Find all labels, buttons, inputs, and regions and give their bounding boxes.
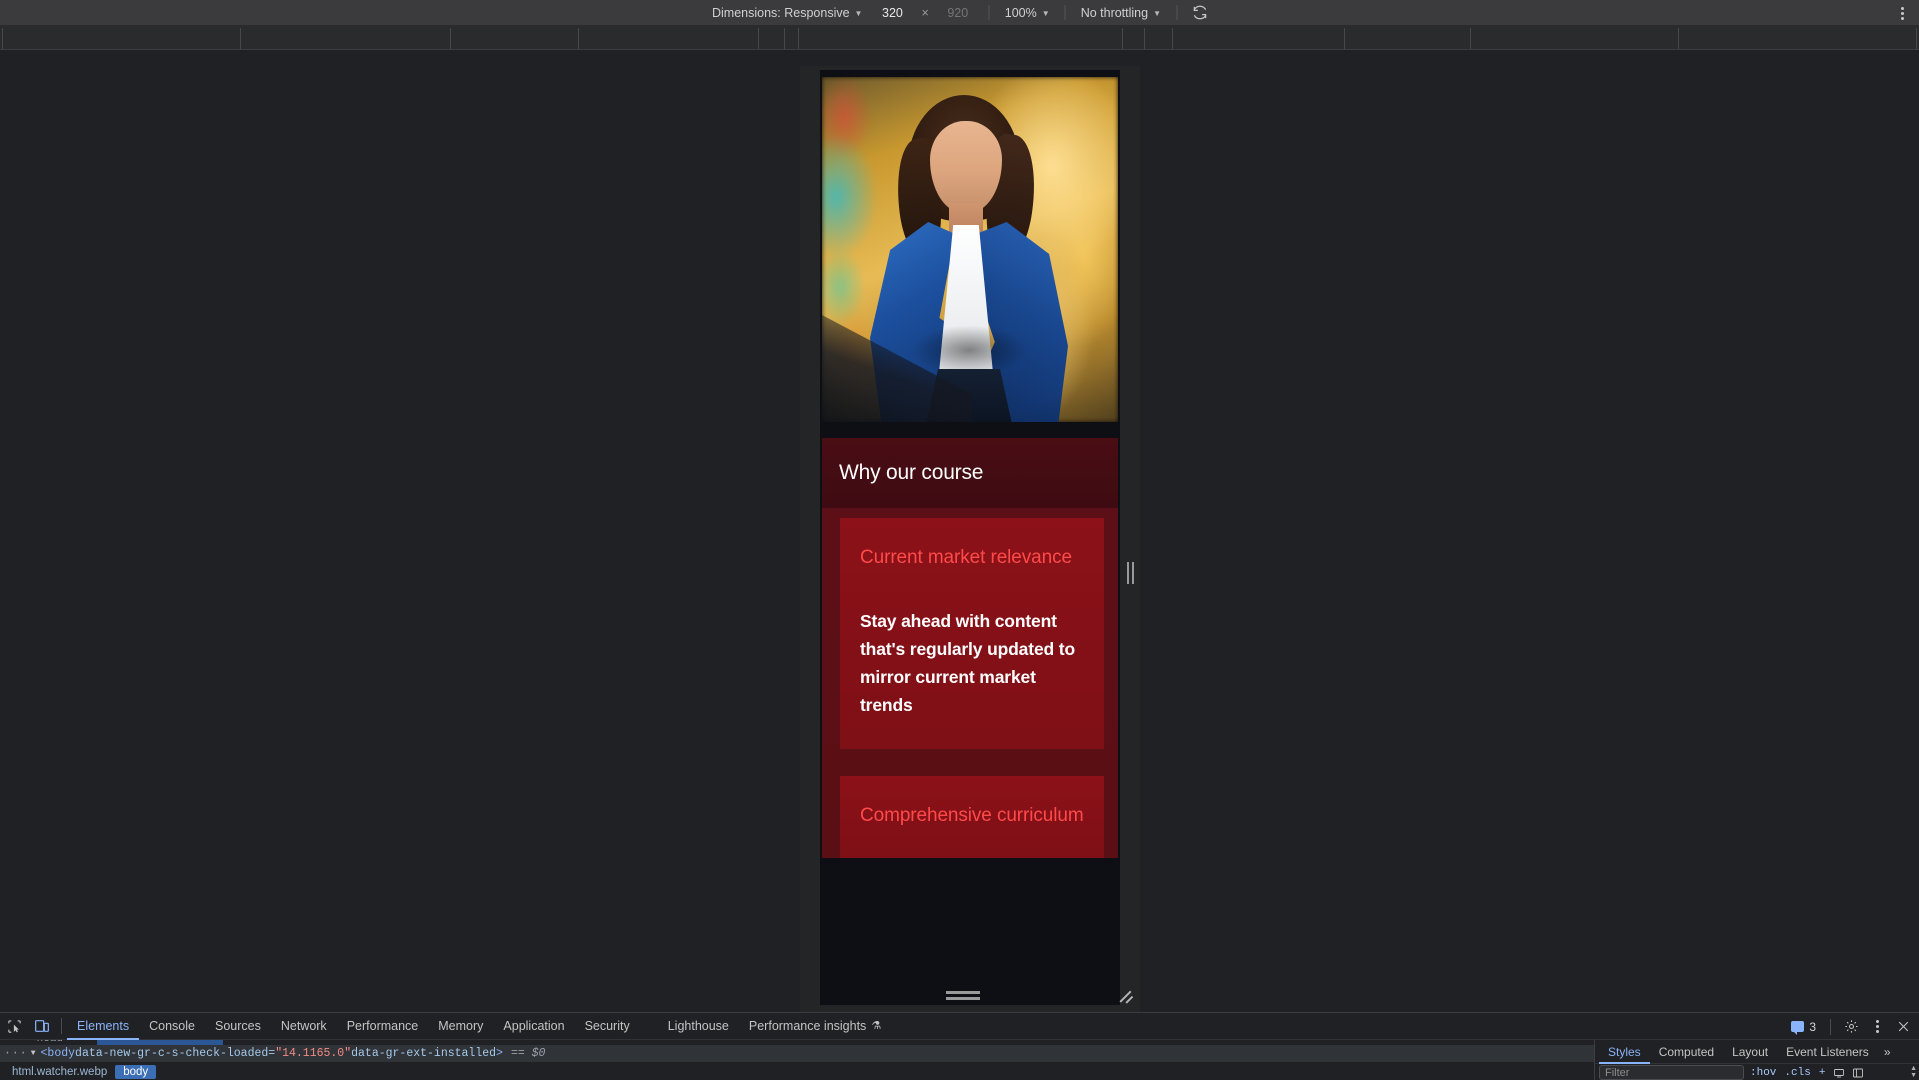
dom-previous-row-highlight [97, 1040, 223, 1045]
toggle-device-toolbar-icon[interactable] [28, 1013, 56, 1040]
tab-application[interactable]: Application [493, 1013, 574, 1040]
gear-icon[interactable] [1839, 1015, 1863, 1039]
dom-tag-close: > [496, 1047, 503, 1060]
dom-node-body[interactable]: ··· ▼ <body data-new-gr-c-s-check-loaded… [0, 1045, 1594, 1062]
inspect-element-icon[interactable] [0, 1013, 28, 1040]
toolbar-divider-2 [1064, 5, 1066, 20]
feature-card[interactable]: Current market relevance Stay ahead with… [840, 518, 1104, 750]
dimensions-label: Dimensions: Responsive [711, 5, 850, 20]
tab-sources[interactable]: Sources [205, 1013, 271, 1040]
feature-card[interactable]: Comprehensive curriculum [840, 776, 1104, 859]
page-viewport: Why our course Current market relevance … [820, 70, 1120, 1005]
flask-icon: ⚗ [871, 1019, 882, 1032]
section-header: Why our course [822, 438, 1118, 508]
viewport-height-input[interactable] [934, 5, 981, 20]
dimensions-dropdown[interactable]: Dimensions: Responsive ▼ [705, 3, 869, 23]
throttling-dropdown[interactable]: No throttling ▼ [1074, 3, 1168, 23]
device-toolbar-controls: Dimensions: Responsive ▼ × 100% ▼ No thr… [705, 0, 1214, 26]
tabbar-divider [61, 1018, 62, 1034]
tab-network[interactable]: Network [271, 1013, 337, 1040]
styles-filter-placeholder: Filter [1605, 1066, 1630, 1079]
device-toolbar-more-icon[interactable] [1891, 0, 1913, 26]
tab-performance-insights[interactable]: Performance insights ⚗ [739, 1013, 891, 1040]
chevron-down-icon: ▼ [1153, 8, 1162, 18]
tab-console[interactable]: Console [139, 1013, 205, 1040]
dom-previous-row-text: <head> [30, 1040, 70, 1045]
toggle-sidebar-icon[interactable] [1850, 1065, 1865, 1080]
styles-sidebar-tabs: Styles Computed Layout Event Listeners » [1595, 1040, 1919, 1064]
dom-selected-marker: == $0 [510, 1047, 546, 1060]
devtools-more-icon[interactable] [1865, 1015, 1889, 1039]
feature-card-heading: Current market relevance [860, 547, 1072, 568]
dom-tag-name: <body [40, 1047, 76, 1060]
chevron-down-icon: ▼ [854, 8, 863, 18]
styles-sidebar: Styles Computed Layout Event Listeners »… [1594, 1040, 1919, 1080]
viewport-resize-handle-corner[interactable] [1118, 988, 1136, 1006]
viewport-resize-handle-right[interactable] [1126, 560, 1134, 586]
devtools-tabbar-actions: 3 [1785, 1013, 1915, 1040]
dom-attr-1-name: data-new-gr-c-s-check-loaded= [75, 1047, 276, 1060]
tab-performance[interactable]: Performance [337, 1013, 429, 1040]
tab-performance-insights-label: Performance insights [748, 1018, 867, 1033]
devtools-panel: Elements Console Sources Network Perform… [0, 1012, 1919, 1080]
tab-event-listeners[interactable]: Event Listeners [1777, 1040, 1878, 1064]
viewport-resize-handle-bottom[interactable] [944, 988, 982, 1002]
tab-computed[interactable]: Computed [1650, 1040, 1723, 1064]
viewport-width-input[interactable] [869, 5, 916, 20]
page-title: Why our course [839, 461, 984, 484]
hero-image [822, 77, 1118, 422]
zoom-dropdown[interactable]: 100% ▼ [998, 3, 1057, 23]
chevron-down-icon: ▼ [1041, 8, 1050, 18]
feature-card-heading: Comprehensive curriculum [860, 805, 1084, 827]
dom-previous-row: <head> [0, 1040, 1594, 1045]
tab-elements[interactable]: Elements [67, 1013, 139, 1040]
hero-image-vignette [822, 77, 1118, 422]
styles-toolbar: Filter :hov .cls + ▲ ▼ [1595, 1064, 1919, 1080]
computed-styles-sidebar-icon[interactable] [1831, 1065, 1846, 1080]
dom-attr-1-value: "14.1165.0" [275, 1047, 352, 1060]
viewport-ruler [0, 26, 1919, 50]
throttling-label: No throttling [1080, 5, 1149, 20]
toolbar-divider-1 [988, 5, 990, 20]
feature-card-body: Stay ahead with content that's regularly… [860, 611, 1075, 715]
toolbar-divider-3 [1176, 5, 1178, 20]
tab-styles[interactable]: Styles [1599, 1040, 1650, 1064]
styles-scroll-stepper[interactable]: ▲ ▼ [1910, 1065, 1917, 1079]
breadcrumb: html.watcher.webp body [0, 1063, 1594, 1080]
element-classes-button[interactable]: .cls [1782, 1067, 1812, 1079]
device-mode-toolbar: Dimensions: Responsive ▼ × 100% ▼ No thr… [0, 0, 1919, 26]
dom-attr-2-name: data-gr-ext-installed [351, 1047, 497, 1060]
tab-layout[interactable]: Layout [1723, 1040, 1777, 1064]
more-tabs-icon[interactable]: » [1878, 1045, 1897, 1059]
dimensions-x-separator: × [921, 5, 929, 20]
breadcrumb-item-body[interactable]: body [115, 1065, 157, 1079]
tab-lighthouse[interactable]: Lighthouse [658, 1013, 739, 1040]
zoom-label: 100% [1004, 5, 1037, 20]
styles-filter-input[interactable]: Filter [1599, 1065, 1744, 1080]
rotate-icon[interactable] [1185, 2, 1214, 23]
force-state-button[interactable]: :hov [1748, 1067, 1778, 1079]
dom-overflow-ellipsis: ··· [4, 1047, 28, 1060]
close-icon[interactable] [1891, 1015, 1915, 1039]
tab-security[interactable]: Security [575, 1013, 640, 1040]
tabbar-divider-2 [1830, 1018, 1831, 1035]
tab-memory[interactable]: Memory [428, 1013, 493, 1040]
devtools-tabbar: Elements Console Sources Network Perform… [0, 1013, 1919, 1040]
new-style-rule-button[interactable]: + [1817, 1067, 1828, 1079]
issues-badge[interactable]: 3 [1785, 1018, 1822, 1036]
elements-tree-pane: <head> ··· ▼ <body data-new-gr-c-s-check… [0, 1040, 1594, 1080]
device-screen-area: Why our course Current market relevance … [0, 50, 1919, 1014]
feature-cards-container: Current market relevance Stay ahead with… [822, 508, 1118, 859]
issues-icon [1791, 1021, 1805, 1035]
issues-count: 3 [1809, 1019, 1816, 1034]
dom-expand-arrow[interactable]: ▼ [31, 1049, 36, 1058]
breadcrumb-item-html[interactable]: html.watcher.webp [4, 1065, 115, 1079]
